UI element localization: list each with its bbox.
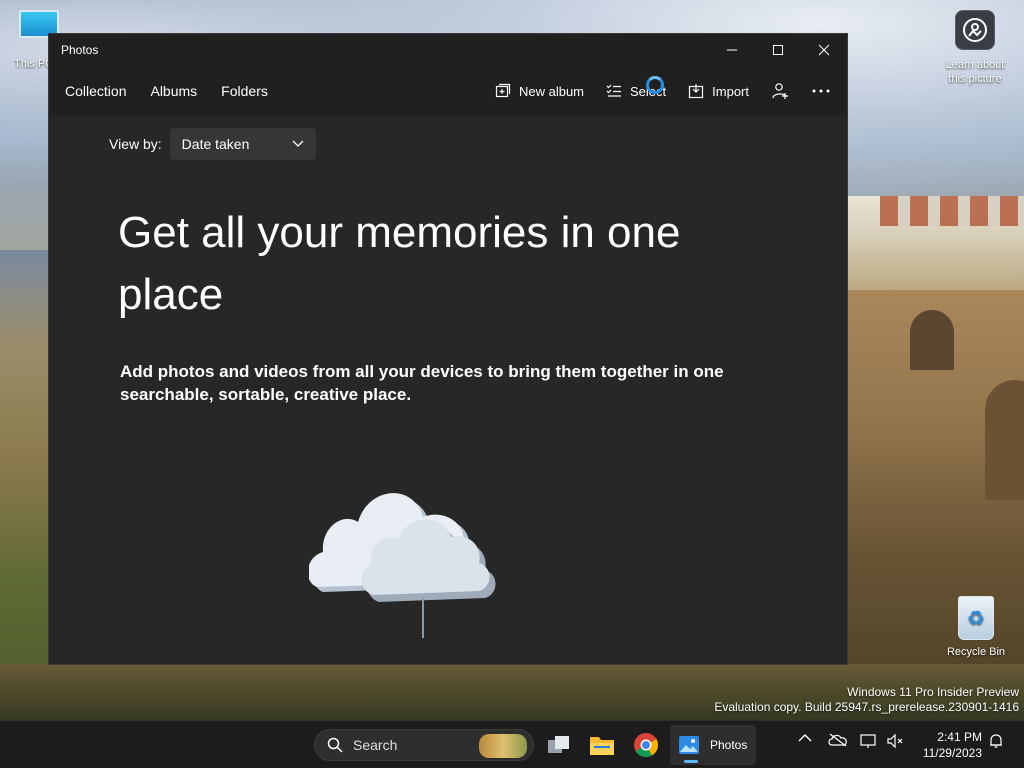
task-view-icon	[548, 736, 569, 753]
menu-bar: Collection Albums Folders New album Sele…	[49, 66, 847, 116]
network-icon	[860, 734, 876, 748]
recycle-bin-icon: ♻	[958, 596, 994, 640]
new-album-icon	[495, 83, 511, 98]
more-icon	[812, 89, 830, 93]
wallpaper-bridge-arch-large	[985, 380, 1024, 500]
close-icon	[818, 44, 830, 56]
view-by-label: View by:	[109, 136, 162, 152]
nav-collection[interactable]: Collection	[65, 83, 126, 99]
taskbar-search[interactable]: Search	[314, 729, 534, 761]
account-button[interactable]	[771, 82, 789, 100]
search-highlight-image	[479, 734, 527, 758]
busy-cursor	[646, 76, 664, 94]
task-view-button[interactable]	[541, 727, 577, 763]
wallpaper-valley	[0, 250, 48, 720]
photos-window: Photos Collection Albums Folders New alb…	[48, 33, 848, 665]
cloud-offline-icon	[828, 733, 847, 747]
view-by: View by: Date taken	[109, 128, 316, 160]
new-album-button[interactable]: New album	[495, 83, 584, 99]
person-add-icon	[772, 83, 788, 99]
wallpaper-bridge-arch	[910, 310, 954, 370]
windows-watermark: Windows 11 Pro Insider Preview Evaluatio…	[714, 685, 1019, 715]
import-icon	[689, 84, 704, 99]
new-album-label: New album	[518, 83, 585, 99]
watermark-line-2: Evaluation copy. Build 25947.rs_prerelea…	[714, 700, 1019, 714]
show-hidden-icons-button[interactable]	[798, 733, 812, 743]
empty-state-description: Add photos and videos from all your devi…	[120, 362, 724, 404]
clock-time: 2:41 PM	[937, 730, 982, 744]
watermark-line-1: Windows 11 Pro Insider Preview	[847, 685, 1019, 699]
cloud-illustration	[307, 452, 499, 647]
desktop-icon-recycle-bin[interactable]: ♻ Recycle Bin	[940, 596, 1012, 658]
notifications-button[interactable]	[988, 733, 1004, 749]
bell-icon	[990, 734, 1002, 748]
search-label: Search	[353, 737, 398, 753]
title-bar[interactable]: Photos	[49, 34, 847, 66]
desktop-icon-label: Learn about this picture	[945, 59, 1005, 85]
chrome-icon	[634, 733, 659, 758]
window-title: Photos	[61, 43, 99, 57]
nav-albums[interactable]: Albums	[150, 83, 197, 99]
empty-state-headline: Get all your memories in one place	[118, 208, 681, 319]
photos-taskbar-button[interactable]: Photos	[670, 725, 756, 765]
photos-content: View by: Date taken Get all your memorie…	[49, 116, 847, 664]
maximize-button[interactable]	[755, 34, 801, 66]
photos-taskbar-label: Photos	[710, 738, 748, 752]
chevron-down-icon	[292, 140, 304, 147]
minimize-icon	[727, 49, 737, 51]
volume-tray-button[interactable]	[886, 733, 904, 749]
file-explorer-button[interactable]	[584, 727, 620, 763]
desktop-icon-label: This PC	[14, 58, 48, 70]
volume-muted-icon	[887, 733, 903, 749]
close-button[interactable]	[801, 34, 847, 66]
search-icon	[327, 737, 343, 753]
import-button[interactable]: Import	[688, 83, 749, 99]
desktop-icon-learn-about-picture[interactable]: Learn about this picture	[938, 10, 1012, 86]
view-by-dropdown[interactable]: Date taken	[169, 128, 316, 160]
taskbar: Search Photos 2:41 PM 11/29/2023	[0, 720, 1024, 768]
view-by-selected: Date taken	[181, 136, 250, 152]
camera-info-icon	[955, 10, 995, 50]
import-label: Import	[712, 83, 749, 99]
folder-icon	[590, 737, 614, 755]
checklist-icon	[606, 84, 622, 97]
taskbar-clock[interactable]: 2:41 PM 11/29/2023	[914, 729, 982, 761]
desktop-icon-label: Recycle Bin	[946, 646, 1006, 658]
minimize-button[interactable]	[709, 34, 755, 66]
network-tray-button[interactable]	[860, 733, 878, 749]
nav-folders[interactable]: Folders	[221, 83, 268, 99]
chevron-up-icon	[798, 734, 812, 742]
photos-app-icon	[679, 736, 699, 754]
clock-date: 11/29/2023	[922, 746, 982, 760]
more-options-button[interactable]	[811, 88, 831, 94]
wallpaper-roofs	[880, 196, 1024, 226]
maximize-icon	[773, 45, 783, 55]
active-indicator	[684, 760, 698, 763]
start-button[interactable]	[276, 731, 302, 757]
chrome-button[interactable]	[628, 727, 664, 763]
onedrive-tray-button[interactable]	[828, 733, 848, 747]
